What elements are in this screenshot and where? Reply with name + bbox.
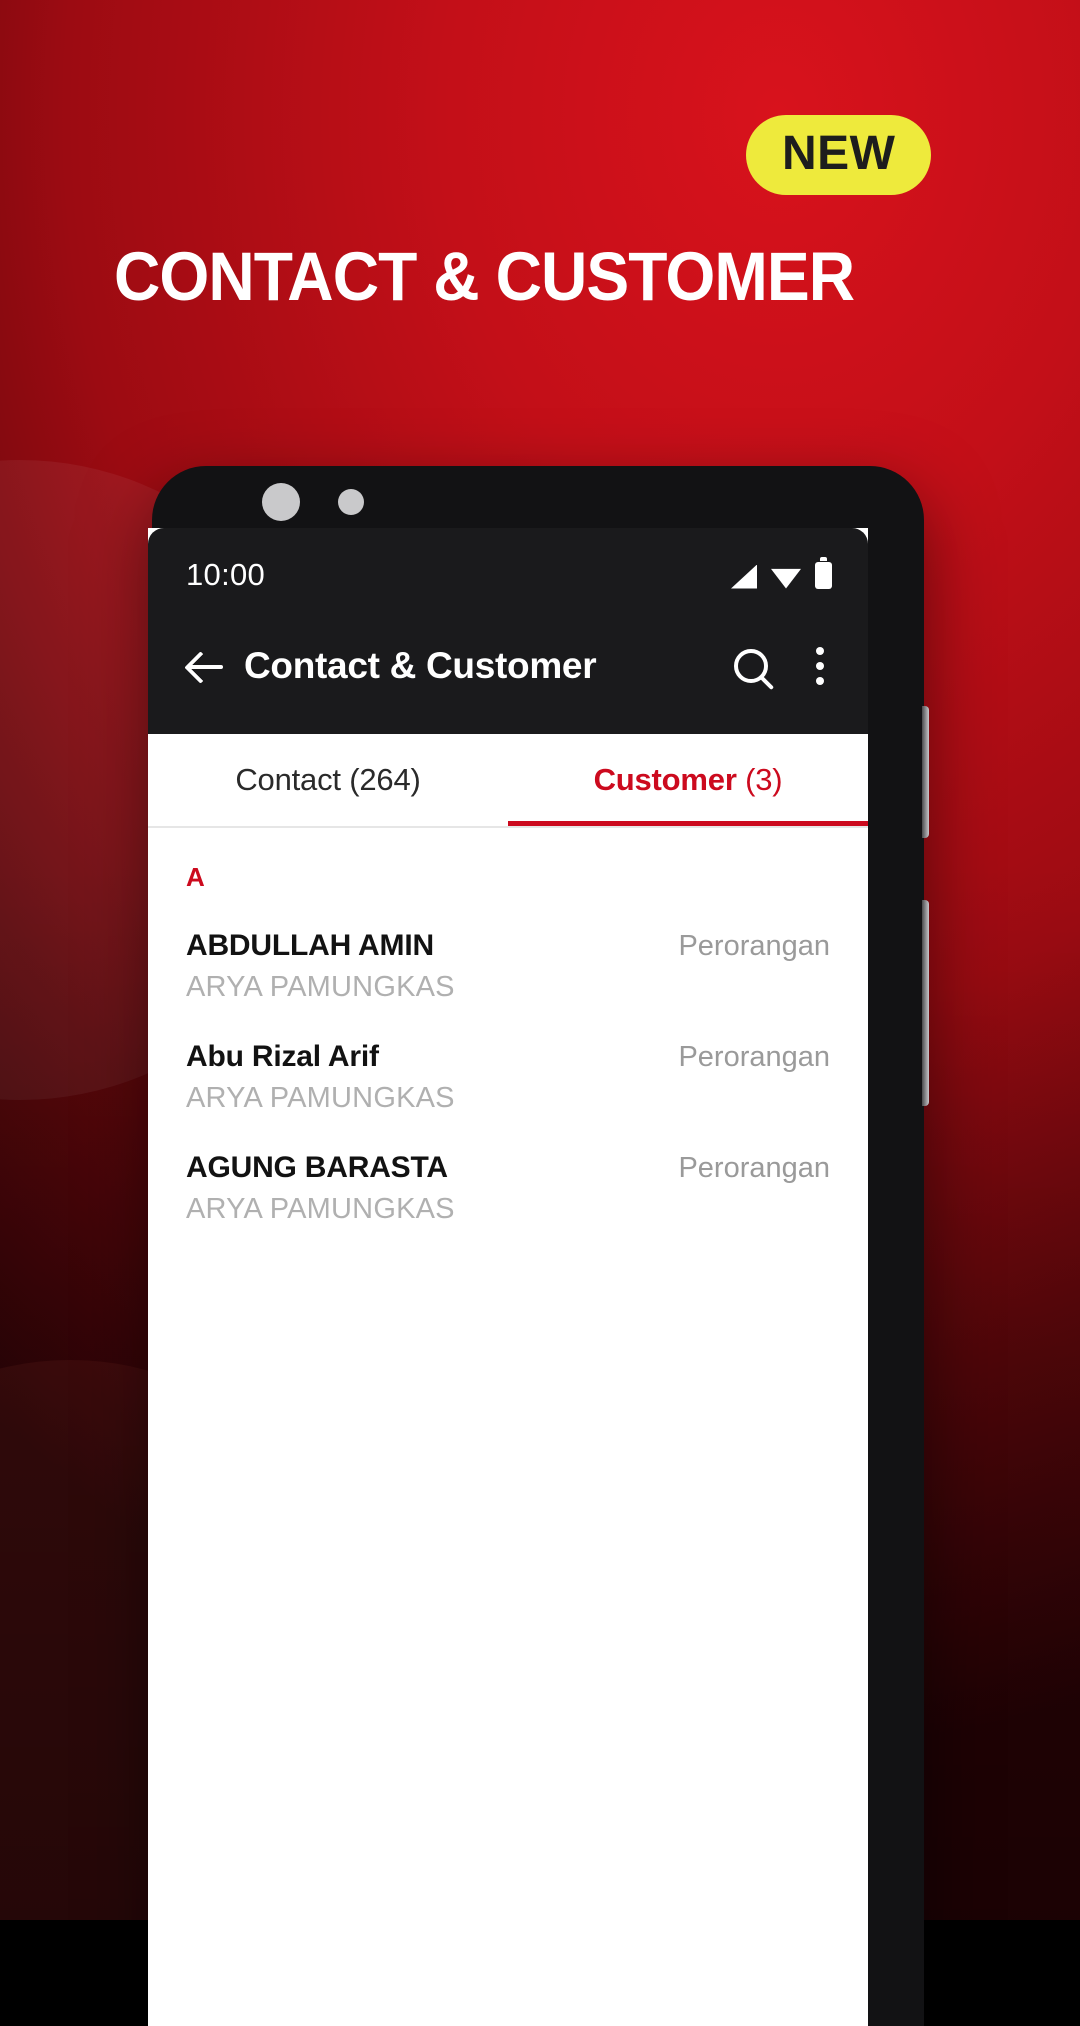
search-icon[interactable] — [734, 649, 768, 683]
more-vertical-icon[interactable] — [802, 647, 830, 685]
list-item-primary-line: ABDULLAH AMIN Perorangan — [186, 929, 830, 963]
camera-lens-primary-icon — [262, 483, 300, 521]
phone-mockup: 10:00 Contact & Customer Contact (264) C… — [148, 466, 929, 2026]
customer-list: A ABDULLAH AMIN Perorangan ARYA PAMUNGKA… — [148, 828, 868, 1246]
wifi-icon — [771, 568, 801, 589]
new-badge: NEW — [746, 115, 932, 195]
list-item-name: ABDULLAH AMIN — [186, 929, 434, 962]
table-row[interactable]: ABDULLAH AMIN Perorangan ARYA PAMUNGKAS — [148, 913, 868, 1024]
list-item-primary-line: AGUNG BARASTA Perorangan — [186, 1151, 830, 1185]
tab-customer-count: (3) — [745, 762, 783, 797]
list-item-type: Perorangan — [678, 1041, 830, 1073]
app-bar-title: Contact & Customer — [244, 645, 597, 686]
tab-customer-label: Customer — [593, 762, 737, 797]
page-title: CONTACT & CUSTOMER — [114, 238, 855, 315]
list-item-subtitle: ARYA PAMUNGKAS — [186, 1193, 455, 1225]
phone-screen: 10:00 Contact & Customer Contact (264) C… — [148, 528, 868, 2026]
list-item-subtitle: ARYA PAMUNGKAS — [186, 971, 455, 1003]
app-bar-actions — [734, 647, 830, 685]
tab-customer[interactable]: Customer (3) — [508, 734, 868, 826]
list-item-type: Perorangan — [678, 930, 830, 962]
list-item-type: Perorangan — [678, 1152, 830, 1184]
list-item-primary-line: Abu Rizal Arif Perorangan — [186, 1040, 830, 1074]
status-icons — [731, 556, 832, 589]
power-button[interactable] — [922, 900, 929, 1106]
tab-bar: Contact (264) Customer (3) — [148, 734, 868, 826]
tab-active-indicator — [508, 821, 868, 826]
back-arrow-icon[interactable] — [186, 646, 226, 686]
volume-button[interactable] — [922, 706, 929, 838]
tab-contact-count: (264) — [349, 762, 421, 797]
tab-contact-label: Contact — [235, 762, 341, 797]
app-bar: Contact & Customer — [148, 606, 868, 726]
list-item-subtitle: ARYA PAMUNGKAS — [186, 1082, 455, 1114]
signal-icon — [731, 564, 757, 589]
status-bar: 10:00 — [148, 544, 868, 606]
camera-lens-secondary-icon — [338, 489, 364, 515]
section-header-letter: A — [186, 862, 205, 892]
table-row[interactable]: AGUNG BARASTA Perorangan ARYA PAMUNGKAS — [148, 1135, 868, 1246]
list-item-name: Abu Rizal Arif — [186, 1040, 379, 1073]
tab-contact[interactable]: Contact (264) — [148, 734, 508, 826]
battery-icon — [815, 556, 832, 589]
app-header: 10:00 Contact & Customer — [148, 528, 868, 734]
status-clock: 10:00 — [186, 557, 266, 592]
list-item-name: AGUNG BARASTA — [186, 1151, 448, 1184]
table-row[interactable]: Abu Rizal Arif Perorangan ARYA PAMUNGKAS — [148, 1024, 868, 1135]
